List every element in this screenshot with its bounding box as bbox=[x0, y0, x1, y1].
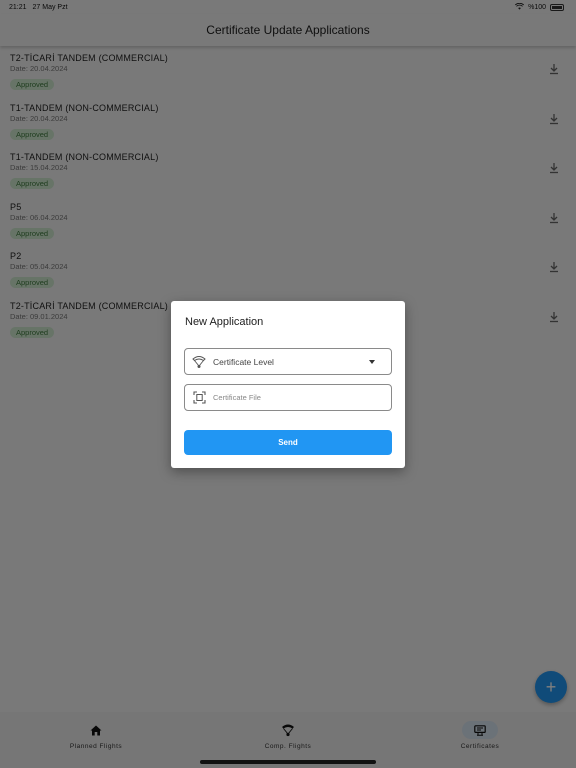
certificate-level-select[interactable]: Certificate Level bbox=[184, 348, 392, 375]
certificate-file-field[interactable] bbox=[184, 384, 392, 411]
dialog-title: New Application bbox=[185, 316, 264, 328]
send-button[interactable]: Send bbox=[184, 430, 392, 455]
certificate-file-input[interactable] bbox=[213, 393, 391, 402]
document-scan-icon bbox=[192, 391, 206, 405]
home-indicator bbox=[200, 760, 376, 764]
new-application-dialog: New Application Certificate Level Send bbox=[171, 301, 405, 468]
chevron-down-icon bbox=[369, 359, 375, 364]
certificate-level-label: Certificate Level bbox=[213, 356, 274, 367]
paraglider-icon bbox=[192, 355, 206, 369]
